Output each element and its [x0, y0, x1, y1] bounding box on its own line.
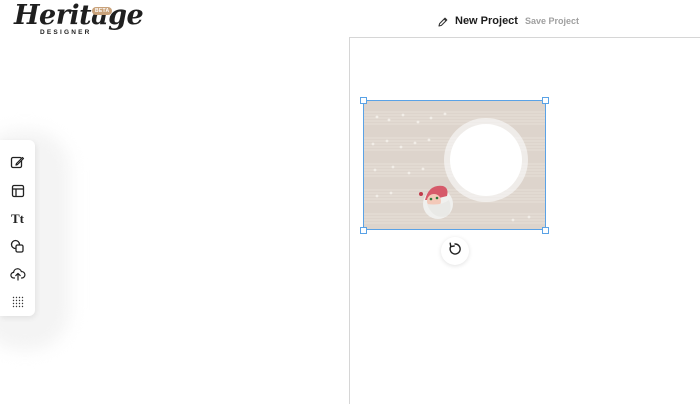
- resize-handle-top-right[interactable]: [542, 97, 549, 104]
- edit-icon: [10, 155, 25, 170]
- text-icon: Tt: [11, 210, 24, 226]
- text-tool-button[interactable]: Tt: [5, 205, 31, 233]
- rotate-icon: [448, 242, 462, 261]
- layout-icon: [11, 184, 25, 198]
- resize-handle-bottom-right[interactable]: [542, 227, 549, 234]
- app-root: Heritage BETA DESIGNER New Project Save …: [0, 0, 700, 404]
- design-card-image[interactable]: [363, 100, 546, 230]
- heritage-designer-logo[interactable]: Heritage BETA DESIGNER: [12, 0, 144, 40]
- shapes-tool-button[interactable]: [5, 232, 31, 260]
- pattern-tool-button[interactable]: [5, 288, 31, 316]
- upload-icon: [9, 267, 26, 281]
- resize-handle-top-left[interactable]: [360, 97, 367, 104]
- left-toolbar: Tt: [0, 140, 35, 316]
- grid-dots-icon: [12, 296, 24, 308]
- save-project-button[interactable]: Save Project: [525, 16, 579, 26]
- resize-handle-bottom-left[interactable]: [360, 227, 367, 234]
- logo-sub-text: DESIGNER: [40, 29, 92, 36]
- upload-tool-button[interactable]: [5, 260, 31, 288]
- beta-badge: BETA: [92, 7, 113, 15]
- project-header: New Project Save Project: [437, 13, 579, 29]
- pencil-icon[interactable]: [437, 15, 449, 27]
- logo-script-text: Heritage: [14, 0, 144, 31]
- project-title[interactable]: New Project: [455, 15, 518, 27]
- edit-tool-button[interactable]: [5, 149, 31, 177]
- shapes-icon: [10, 239, 25, 254]
- rotate-button[interactable]: [441, 237, 469, 265]
- layout-tool-button[interactable]: [5, 177, 31, 205]
